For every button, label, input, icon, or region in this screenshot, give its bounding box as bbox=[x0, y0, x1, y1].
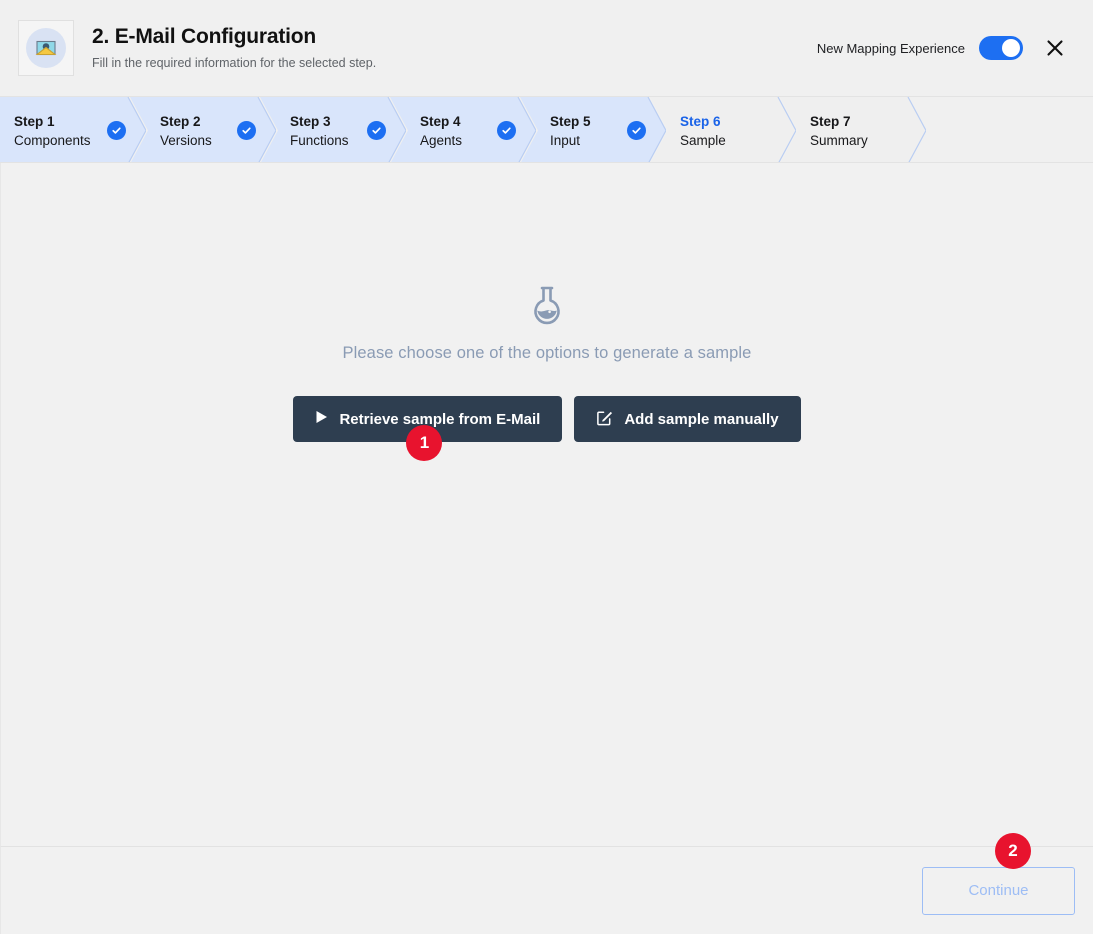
page-title: 2. E-Mail Configuration bbox=[92, 24, 317, 48]
sidebar-item-step-1[interactable]: Step 1 Components bbox=[0, 97, 146, 162]
toggle-knob bbox=[1002, 39, 1020, 57]
play-glyph bbox=[316, 411, 328, 423]
check-glyph bbox=[502, 127, 511, 134]
step-4-check-icon bbox=[497, 121, 516, 140]
step-2-label: Versions bbox=[160, 132, 212, 148]
add-sample-label: Add sample manually bbox=[624, 410, 779, 428]
step-1-number: Step 1 bbox=[14, 113, 55, 129]
continue-button[interactable]: Continue bbox=[922, 866, 1075, 915]
new-mapping-experience-label: New Mapping Experience bbox=[816, 40, 965, 56]
step-7-number: Step 7 bbox=[810, 113, 851, 129]
wizard-header: 2. E-Mail Configuration Fill in the requ… bbox=[0, 0, 1093, 96]
add-sample-manually-button[interactable]: Add sample manually bbox=[574, 396, 801, 442]
step-3-text: Step 3 Functions bbox=[290, 114, 349, 148]
email-envelope-icon bbox=[26, 28, 66, 68]
check-glyph bbox=[372, 127, 381, 134]
play-icon bbox=[315, 410, 328, 428]
step-6-text: Step 6 Sample bbox=[680, 114, 726, 148]
sidebar-item-step-6[interactable]: Step 6 Sample bbox=[650, 97, 796, 162]
step-1-label: Components bbox=[14, 132, 91, 148]
sample-empty-state: Please choose one of the options to gene… bbox=[1, 285, 1093, 461]
close-glyph bbox=[1047, 40, 1063, 56]
step-2-number: Step 2 bbox=[160, 113, 201, 129]
sidebar-item-step-2[interactable]: Step 2 Versions bbox=[130, 97, 276, 162]
step-1-text: Step 1 Components bbox=[14, 114, 91, 148]
sidebar-item-step-3[interactable]: Step 3 Functions bbox=[260, 97, 406, 162]
step-4-number: Step 4 bbox=[420, 113, 461, 129]
check-glyph bbox=[632, 127, 641, 134]
step-4-text: Step 4 Agents bbox=[420, 114, 462, 148]
step-7-label: Summary bbox=[810, 132, 868, 148]
annotation-badge-1: 1 bbox=[406, 425, 443, 461]
step-4-label: Agents bbox=[420, 132, 463, 148]
flask-icon bbox=[527, 285, 567, 334]
annotation-badge-2: 2 bbox=[995, 833, 1031, 869]
retrieve-sample-label: Retrieve sample from E-Mail bbox=[339, 410, 541, 428]
step-6-label: Sample bbox=[680, 132, 726, 148]
wizard-step-bar: Step 1 Components Step 2 Versions Step 3… bbox=[0, 96, 1093, 163]
wizard-content-area: Please choose one of the options to gene… bbox=[0, 163, 1093, 846]
check-glyph bbox=[242, 127, 251, 134]
step-2-check-icon bbox=[237, 121, 256, 140]
wizard-footer: Continue 2 bbox=[0, 833, 1093, 934]
step-3-number: Step 3 bbox=[290, 113, 331, 129]
empty-state-message: Please choose one of the options to gene… bbox=[342, 344, 752, 362]
step-7-text: Step 7 Summary bbox=[810, 114, 868, 148]
header-actions: New Mapping Experience bbox=[817, 34, 1069, 62]
page-subtitle: Fill in the required information for the… bbox=[92, 55, 377, 70]
email-envelope-glyph bbox=[35, 40, 57, 56]
step-5-check-icon bbox=[627, 121, 646, 140]
step-1-check-icon bbox=[107, 121, 126, 140]
edit-pencil-glyph bbox=[597, 411, 613, 425]
step-2-text: Step 2 Versions bbox=[160, 114, 212, 148]
new-mapping-experience-toggle[interactable] bbox=[979, 36, 1023, 60]
header-icon-container bbox=[18, 20, 74, 76]
step-6-number: Step 6 bbox=[680, 113, 721, 129]
step-3-check-icon bbox=[367, 121, 386, 140]
sample-action-buttons: Retrieve sample from E-Mail Add sample m… bbox=[293, 396, 801, 461]
flask-glyph bbox=[534, 286, 560, 325]
edit-pencil-icon bbox=[596, 409, 613, 430]
header-title-group: 2. E-Mail Configuration Fill in the requ… bbox=[92, 24, 376, 73]
step-5-label: Input bbox=[550, 132, 581, 148]
step-5-text: Step 5 Input bbox=[550, 114, 591, 148]
step-3-label: Functions bbox=[290, 132, 349, 148]
close-icon[interactable] bbox=[1041, 34, 1069, 62]
email-configuration-wizard: 2. E-Mail Configuration Fill in the requ… bbox=[0, 0, 1093, 934]
sidebar-item-step-4[interactable]: Step 4 Agents bbox=[390, 97, 536, 162]
step-5-number: Step 5 bbox=[550, 113, 591, 129]
sidebar-item-step-7[interactable]: Step 7 Summary bbox=[780, 97, 926, 162]
check-glyph bbox=[112, 127, 121, 134]
sidebar-item-step-5[interactable]: Step 5 Input bbox=[520, 97, 666, 162]
